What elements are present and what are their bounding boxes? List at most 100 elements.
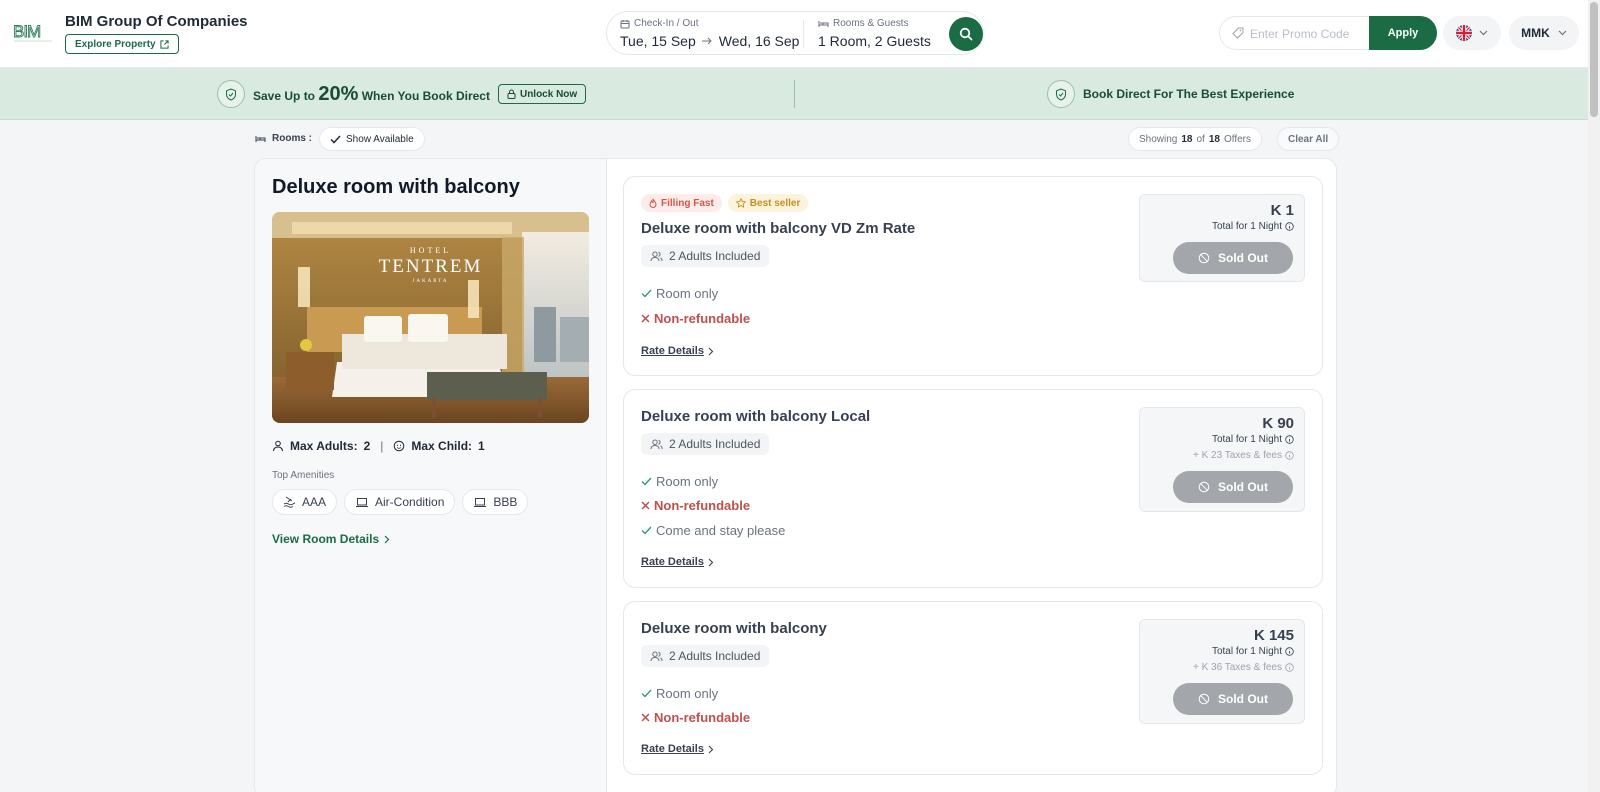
rate-offer-card: Deluxe room with balcony 2 Adults Includ… (623, 601, 1323, 775)
check-icon (641, 477, 652, 486)
feature-non-refundable: Non-refundable (641, 710, 750, 725)
view-room-details-link[interactable]: View Room Details (272, 532, 390, 546)
watermark-main: TENTREM (378, 256, 483, 277)
watermark-sub: JAKARTA (412, 279, 449, 284)
sold-out-label: Sold Out (1218, 692, 1268, 706)
rooms-label-text: Rooms : (272, 133, 312, 144)
view-room-details-label: View Room Details (272, 532, 380, 546)
chevron-down-icon (1479, 30, 1488, 36)
amenities-title: Top Amenities (272, 470, 335, 481)
svg-text:BIM: BIM (13, 22, 40, 41)
x-icon (641, 314, 650, 323)
amenity-label: BBB (493, 495, 518, 509)
currency-selector[interactable]: MMK (1509, 16, 1579, 50)
save-suffix: When You Book Direct (361, 88, 490, 103)
search-divider (803, 20, 804, 48)
child-icon (393, 440, 405, 452)
info-icon[interactable] (1285, 222, 1294, 231)
unlock-now-button[interactable]: Unlock Now (497, 84, 587, 104)
total-label: Total for 1 Night (1211, 434, 1282, 445)
filling-fast-label: Filling Fast (661, 197, 714, 209)
rate-details-label: Rate Details (641, 556, 704, 568)
rate-details-link[interactable]: Rate Details (641, 345, 714, 357)
rooms-guests-field[interactable]: Rooms & Guests 1 Room, 2 Guests (818, 17, 931, 49)
save-promo: Save Up to 20% When You Book Direct Unlo… (217, 80, 587, 108)
price-box: K 90 Total for 1 Night + K 23 Taxes & fe… (1139, 407, 1305, 512)
rate-offer-card: Deluxe room with balcony Local 2 Adults … (623, 389, 1323, 588)
adults-included: 2 Adults Included (641, 645, 770, 667)
feature-label: Non-refundable (654, 710, 751, 725)
promo-code-input[interactable] (1250, 25, 1370, 43)
price: K 145 (1253, 627, 1294, 644)
rate-details-link[interactable]: Rate Details (641, 743, 714, 755)
book-direct-promo: Book Direct For The Best Experience (1047, 80, 1294, 108)
total-nights: Total for 1 Night (1212, 434, 1294, 445)
show-available-toggle[interactable]: Show Available (319, 127, 425, 151)
chevron-right-icon (384, 535, 390, 544)
save-prefix: Save Up to (253, 88, 316, 103)
book-direct-text: Book Direct For The Best Experience (1083, 87, 1295, 101)
info-icon[interactable] (1285, 647, 1294, 656)
save-text: Save Up to 20% When You Book Direct (253, 83, 490, 106)
photo-watermark: HOTEL TENTREM JAKARTA (272, 246, 589, 284)
total-label: Total for 1 Night (1211, 646, 1282, 657)
shield-check-icon (1047, 80, 1075, 108)
sold-out-label: Sold Out (1218, 251, 1268, 265)
sold-out-button[interactable]: Sold Out (1173, 683, 1293, 715)
laptop-icon (473, 497, 487, 508)
currency-value: MMK (1521, 26, 1550, 40)
amenity-label: Air-Condition (375, 495, 445, 509)
feature-label: Non-refundable (654, 311, 751, 326)
sold-out-button[interactable]: Sold Out (1173, 242, 1293, 274)
sold-out-button[interactable]: Sold Out (1173, 471, 1293, 503)
feature-label: Room only (656, 474, 719, 489)
unlock-label: Unlock Now (519, 88, 578, 100)
tag-icon (1232, 27, 1244, 39)
clear-all-button[interactable]: Clear All (1277, 127, 1340, 151)
check-icon (641, 526, 652, 535)
bed-icon (818, 19, 829, 29)
laptop-icon (355, 497, 369, 508)
occupancy-info: Max Adults: 2 | Max Child: 1 (272, 439, 485, 453)
checkin-checkout-field[interactable]: Check-In / Out Tue, 15 Sep Wed, 16 Sep (620, 17, 799, 49)
rate-details-link[interactable]: Rate Details (641, 556, 714, 568)
show-available-label: Show Available (346, 133, 414, 145)
amenity-chip: Air-Condition (344, 489, 456, 515)
lock-icon (507, 89, 516, 99)
users-icon (650, 251, 663, 262)
banner-divider (794, 80, 795, 108)
top-header: BIM BIM Group Of Companies Explore Prope… (0, 0, 1588, 68)
separator: | (380, 439, 384, 453)
search-button[interactable] (949, 17, 983, 51)
rate-details-label: Rate Details (641, 743, 704, 755)
checkout-date: Wed, 16 Sep (718, 33, 800, 49)
language-selector[interactable] (1443, 16, 1501, 50)
info-icon[interactable] (1285, 663, 1294, 672)
room-photo[interactable]: HOTEL TENTREM JAKARTA (272, 212, 589, 423)
offer-name: Deluxe room with balcony Local (641, 408, 871, 425)
offers-word: Offers (1223, 133, 1251, 145)
showing-word: Showing (1139, 133, 1178, 145)
brand-logo[interactable]: BIM (12, 18, 54, 46)
calendar-icon (620, 19, 630, 29)
date-guest-search[interactable]: Check-In / Out Tue, 15 Sep Wed, 16 Sep R… (606, 11, 984, 55)
total-nights: Total for 1 Night (1212, 221, 1294, 232)
save-percent: 20% (318, 82, 359, 105)
adults-included: 2 Adults Included (641, 245, 770, 267)
chevron-down-icon (1558, 30, 1567, 36)
scrollbar-thumb[interactable] (1590, 2, 1598, 117)
apply-promo-button[interactable]: Apply (1369, 16, 1437, 50)
amenity-label: AAA (302, 495, 327, 509)
info-icon[interactable] (1285, 451, 1294, 460)
brand-name: BIM Group Of Companies (65, 13, 248, 30)
offers-count: Showing 18 of 18 Offers (1128, 127, 1262, 151)
ban-icon (1198, 481, 1210, 493)
ban-icon (1198, 252, 1210, 264)
best-seller-badge: Best seller (727, 194, 809, 212)
total-count: 18 (1208, 133, 1220, 145)
adults-label: 2 Adults Included (669, 437, 761, 451)
info-icon[interactable] (1285, 435, 1294, 444)
feature-label: Room only (656, 686, 719, 701)
explore-property-button[interactable]: Explore Property (65, 34, 179, 54)
page-scrollbar[interactable] (1588, 0, 1600, 792)
